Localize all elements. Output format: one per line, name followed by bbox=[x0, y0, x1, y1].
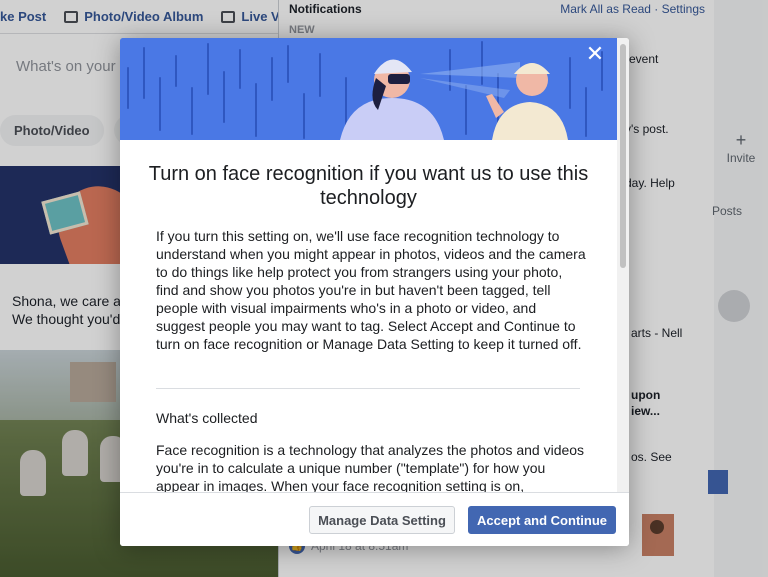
dialog-title: Turn on face recognition if you want us … bbox=[148, 163, 589, 209]
accept-and-continue-button[interactable]: Accept and Continue bbox=[468, 506, 616, 534]
section-divider bbox=[156, 388, 580, 389]
section-heading: What's collected bbox=[156, 410, 258, 426]
dialog-scrollbar[interactable] bbox=[617, 38, 629, 492]
scrollbar-thumb[interactable] bbox=[620, 44, 626, 268]
face-recognition-dialog: ✕ Turn on face recognition if you want u… bbox=[120, 38, 629, 546]
close-icon[interactable]: ✕ bbox=[585, 43, 605, 65]
manage-data-setting-button[interactable]: Manage Data Setting bbox=[309, 506, 455, 534]
header-illustration: ✕ bbox=[120, 38, 617, 140]
illustration-svg bbox=[120, 38, 617, 140]
dialog-footer: Manage Data Setting Accept and Continue bbox=[120, 492, 629, 546]
section-body-text: Face recognition is a technology that an… bbox=[156, 442, 585, 493]
dialog-body-text: If you turn this setting on, we'll use f… bbox=[156, 228, 586, 352]
